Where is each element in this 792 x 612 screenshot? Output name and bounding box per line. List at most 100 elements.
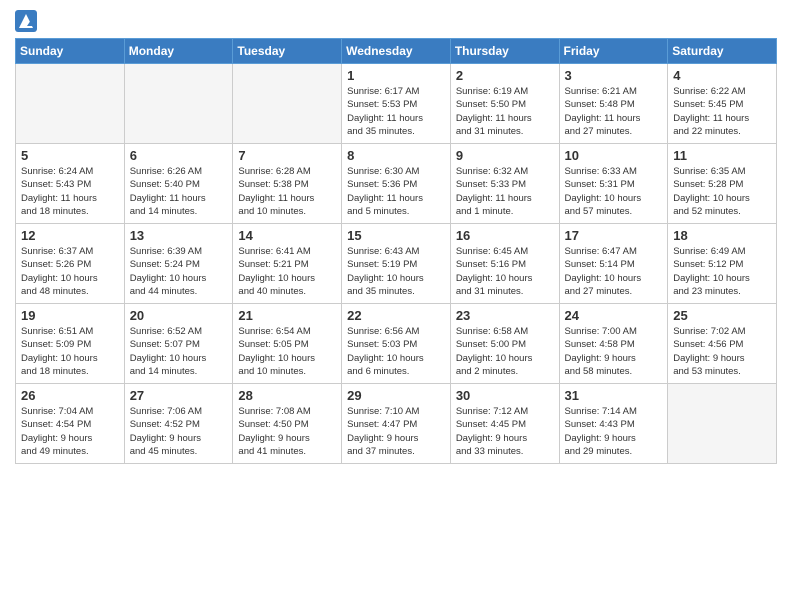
day-info: Sunrise: 6:52 AM Sunset: 5:07 PM Dayligh… [130,325,228,378]
day-info: Sunrise: 6:54 AM Sunset: 5:05 PM Dayligh… [238,325,336,378]
weekday-header-sunday: Sunday [16,39,125,64]
day-number: 12 [21,228,119,243]
week-row-1: 5 Sunrise: 6:24 AM Sunset: 5:43 PM Daylig… [16,144,777,224]
calendar-cell: 22 Sunrise: 6:56 AM Sunset: 5:03 PM Dayli… [342,304,451,384]
calendar-cell: 4 Sunrise: 6:22 AM Sunset: 5:45 PM Daylig… [668,64,777,144]
calendar-cell: 21Sunrise: 6:54 AM Sunset: 5:05 PM Dayli… [233,304,342,384]
calendar-cell: 5 Sunrise: 6:24 AM Sunset: 5:43 PM Daylig… [16,144,125,224]
calendar-cell: 9 Sunrise: 6:32 AM Sunset: 5:33 PM Daylig… [450,144,559,224]
calendar-cell: 15Sunrise: 6:43 AM Sunset: 5:19 PM Dayli… [342,224,451,304]
day-number: 6 [130,148,228,163]
day-number: 5 [21,148,119,163]
calendar-cell: 27Sunrise: 7:06 AM Sunset: 4:52 PM Dayli… [124,384,233,464]
day-info: Sunrise: 6:22 AM Sunset: 5:45 PM Dayligh… [673,85,771,138]
calendar-cell: 30Sunrise: 7:12 AM Sunset: 4:45 PM Dayli… [450,384,559,464]
calendar-cell: 13 Sunrise: 6:39 AM Sunset: 5:24 PM Dayli… [124,224,233,304]
day-number: 10 [565,148,663,163]
day-number: 9 [456,148,554,163]
day-info: Sunrise: 6:37 AM Sunset: 5:26 PM Dayligh… [21,245,119,298]
day-info: Sunrise: 7:10 AM Sunset: 4:47 PM Dayligh… [347,405,445,458]
day-info: Sunrise: 6:28 AM Sunset: 5:38 PM Dayligh… [238,165,336,218]
day-info: Sunrise: 7:12 AM Sunset: 4:45 PM Dayligh… [456,405,554,458]
page-container: SundayMondayTuesdayWednesdayThursdayFrid… [0,0,792,474]
calendar-cell [16,64,125,144]
calendar-cell [668,384,777,464]
day-number: 7 [238,148,336,163]
weekday-header-friday: Friday [559,39,668,64]
week-row-2: 12 Sunrise: 6:37 AM Sunset: 5:26 PM Dayli… [16,224,777,304]
week-row-4: 26 Sunrise: 7:04 AM Sunset: 4:54 PM Dayli… [16,384,777,464]
day-number: 3 [565,68,663,83]
weekday-header-monday: Monday [124,39,233,64]
day-number: 20 [130,308,228,323]
calendar-cell: 17 Sunrise: 6:47 AM Sunset: 5:14 PM Dayli… [559,224,668,304]
day-info: Sunrise: 6:43 AM Sunset: 5:19 PM Dayligh… [347,245,445,298]
day-number: 8 [347,148,445,163]
day-info: Sunrise: 7:00 AM Sunset: 4:58 PM Dayligh… [565,325,663,378]
calendar-cell: 26 Sunrise: 7:04 AM Sunset: 4:54 PM Dayli… [16,384,125,464]
header [15,10,777,32]
day-info: Sunrise: 6:45 AM Sunset: 5:16 PM Dayligh… [456,245,554,298]
day-number: 2 [456,68,554,83]
day-info: Sunrise: 7:02 AM Sunset: 4:56 PM Dayligh… [673,325,771,378]
day-info: Sunrise: 6:21 AM Sunset: 5:48 PM Dayligh… [565,85,663,138]
calendar-cell: 6 Sunrise: 6:26 AM Sunset: 5:40 PM Daylig… [124,144,233,224]
calendar-cell: 31Sunrise: 7:14 AM Sunset: 4:43 PM Dayli… [559,384,668,464]
weekday-header-tuesday: Tuesday [233,39,342,64]
calendar-cell: 8 Sunrise: 6:30 AM Sunset: 5:36 PM Daylig… [342,144,451,224]
calendar-cell: 7 Sunrise: 6:28 AM Sunset: 5:38 PM Daylig… [233,144,342,224]
day-info: Sunrise: 6:30 AM Sunset: 5:36 PM Dayligh… [347,165,445,218]
calendar-cell [124,64,233,144]
day-info: Sunrise: 6:51 AM Sunset: 5:09 PM Dayligh… [21,325,119,378]
calendar-cell: 10 Sunrise: 6:33 AM Sunset: 5:31 PM Dayli… [559,144,668,224]
day-info: Sunrise: 6:49 AM Sunset: 5:12 PM Dayligh… [673,245,771,298]
calendar-cell: 3 Sunrise: 6:21 AM Sunset: 5:48 PM Daylig… [559,64,668,144]
day-number: 22 [347,308,445,323]
weekday-header-thursday: Thursday [450,39,559,64]
day-info: Sunrise: 6:39 AM Sunset: 5:24 PM Dayligh… [130,245,228,298]
day-info: Sunrise: 6:41 AM Sunset: 5:21 PM Dayligh… [238,245,336,298]
calendar-cell: 23 Sunrise: 6:58 AM Sunset: 5:00 PM Dayli… [450,304,559,384]
day-number: 26 [21,388,119,403]
day-number: 28 [238,388,336,403]
weekday-header-saturday: Saturday [668,39,777,64]
day-info: Sunrise: 6:17 AM Sunset: 5:53 PM Dayligh… [347,85,445,138]
calendar-cell: 14Sunrise: 6:41 AM Sunset: 5:21 PM Dayli… [233,224,342,304]
day-number: 19 [21,308,119,323]
day-number: 18 [673,228,771,243]
calendar-cell: 29 Sunrise: 7:10 AM Sunset: 4:47 PM Dayli… [342,384,451,464]
weekday-header-row: SundayMondayTuesdayWednesdayThursdayFrid… [16,39,777,64]
day-number: 23 [456,308,554,323]
calendar-cell: 24 Sunrise: 7:00 AM Sunset: 4:58 PM Dayli… [559,304,668,384]
weekday-header-wednesday: Wednesday [342,39,451,64]
calendar-cell: 2 Sunrise: 6:19 AM Sunset: 5:50 PM Daylig… [450,64,559,144]
calendar-cell: 12 Sunrise: 6:37 AM Sunset: 5:26 PM Dayli… [16,224,125,304]
day-number: 13 [130,228,228,243]
day-number: 4 [673,68,771,83]
day-number: 29 [347,388,445,403]
day-number: 17 [565,228,663,243]
week-row-3: 19 Sunrise: 6:51 AM Sunset: 5:09 PM Dayli… [16,304,777,384]
calendar-cell: 1Sunrise: 6:17 AM Sunset: 5:53 PM Daylig… [342,64,451,144]
calendar-cell: 20 Sunrise: 6:52 AM Sunset: 5:07 PM Dayli… [124,304,233,384]
day-info: Sunrise: 6:33 AM Sunset: 5:31 PM Dayligh… [565,165,663,218]
day-number: 31 [565,388,663,403]
calendar-cell: 16 Sunrise: 6:45 AM Sunset: 5:16 PM Dayli… [450,224,559,304]
day-info: Sunrise: 7:06 AM Sunset: 4:52 PM Dayligh… [130,405,228,458]
day-number: 24 [565,308,663,323]
day-info: Sunrise: 6:24 AM Sunset: 5:43 PM Dayligh… [21,165,119,218]
day-info: Sunrise: 6:47 AM Sunset: 5:14 PM Dayligh… [565,245,663,298]
day-info: Sunrise: 6:32 AM Sunset: 5:33 PM Dayligh… [456,165,554,218]
week-row-0: 1Sunrise: 6:17 AM Sunset: 5:53 PM Daylig… [16,64,777,144]
logo [15,10,37,32]
day-number: 16 [456,228,554,243]
day-info: Sunrise: 7:04 AM Sunset: 4:54 PM Dayligh… [21,405,119,458]
day-info: Sunrise: 6:58 AM Sunset: 5:00 PM Dayligh… [456,325,554,378]
day-info: Sunrise: 6:56 AM Sunset: 5:03 PM Dayligh… [347,325,445,378]
logo-icon [15,10,37,32]
day-info: Sunrise: 6:19 AM Sunset: 5:50 PM Dayligh… [456,85,554,138]
day-info: Sunrise: 6:26 AM Sunset: 5:40 PM Dayligh… [130,165,228,218]
calendar-cell: 19 Sunrise: 6:51 AM Sunset: 5:09 PM Dayli… [16,304,125,384]
calendar-cell [233,64,342,144]
day-number: 25 [673,308,771,323]
